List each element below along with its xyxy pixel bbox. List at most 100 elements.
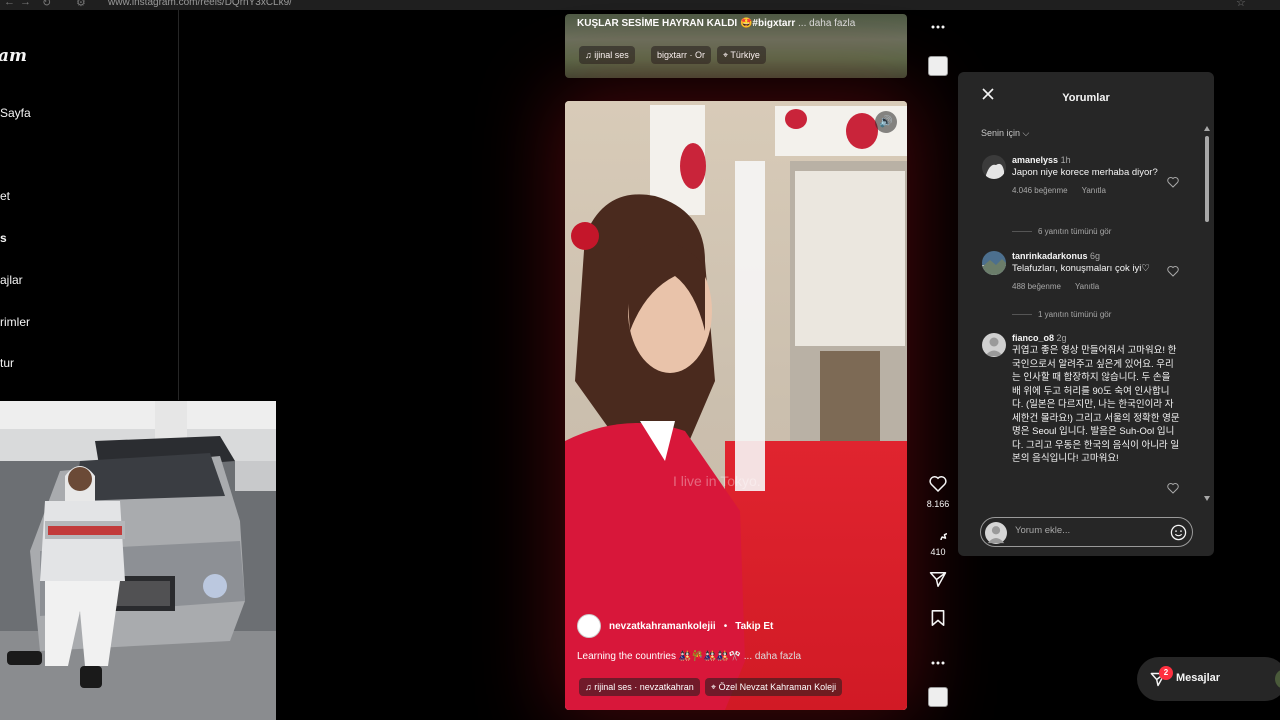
sidebar-item-explore[interactable]: et bbox=[0, 189, 10, 203]
comments-scrollbar[interactable] bbox=[1204, 126, 1210, 504]
chevron-down-icon: ⌵ bbox=[1022, 128, 1030, 138]
like-count: 8.166 bbox=[926, 499, 950, 509]
sidebar-item-home[interactable]: Sayfa bbox=[0, 106, 31, 120]
comment-button[interactable]: 410 bbox=[924, 522, 956, 557]
sidebar-item-create[interactable]: tur bbox=[0, 356, 14, 370]
comment-input[interactable] bbox=[1015, 525, 1165, 536]
reel-audio-chip[interactable]: ♫ rijinal ses · nevzatkahran bbox=[579, 678, 700, 696]
music-note-icon: ♫ bbox=[585, 682, 595, 692]
site-info-icon[interactable]: ⚙ bbox=[76, 0, 86, 9]
previous-reel-location-label: Türkiye bbox=[730, 50, 760, 60]
previous-reel-account-chip[interactable]: bigxtarr · Or bbox=[651, 46, 712, 64]
comment-count: 410 bbox=[930, 547, 946, 557]
comment-avatar[interactable] bbox=[982, 155, 1006, 179]
previous-reel-location-chip[interactable]: ⌖ Türkiye bbox=[717, 46, 766, 64]
messages-label: Mesajlar bbox=[1176, 672, 1221, 684]
reel-location-chip[interactable]: ⌖ Özel Nevzat Kahraman Koleji bbox=[705, 678, 843, 696]
scrollbar-thumb[interactable] bbox=[1205, 136, 1209, 222]
unread-badge: 2 bbox=[1159, 666, 1173, 680]
comment-time: 6g bbox=[1090, 251, 1101, 261]
reel-audio-label: rijinal ses · nevzatkahran bbox=[594, 682, 694, 692]
reel-food-photo bbox=[820, 351, 880, 446]
scroll-up-icon[interactable] bbox=[1204, 126, 1210, 131]
comment-avatar[interactable] bbox=[982, 251, 1006, 275]
comment-text: 귀엽고 좋은 영상 만들어줘서 고마워요! 한국인으로서 알려주고 싶은게 있어… bbox=[1012, 345, 1180, 464]
comment-text: Telafuzları, konuşmaları çok iyi♡ bbox=[1012, 263, 1150, 274]
comment-like-icon[interactable] bbox=[1167, 265, 1179, 277]
comment-sort-dropdown[interactable]: Senin için ⌵ bbox=[981, 128, 1029, 139]
comment-time: 1h bbox=[1060, 155, 1071, 165]
sidebar-item-messages[interactable]: ajlar bbox=[0, 273, 23, 287]
previous-reel-more-icon[interactable] bbox=[924, 16, 952, 34]
comments-panel: Yorumlar Senin için ⌵ amanelyss 1h Japon… bbox=[958, 72, 1214, 556]
browser-bar: ← → ↻ ⚙ www.instagram.com/reels/DQrnY3xC… bbox=[0, 0, 1280, 10]
more-options-button[interactable] bbox=[924, 652, 952, 670]
sidebar-item-notifications[interactable]: rimler bbox=[0, 315, 30, 329]
previous-reel-audio-label: ijinal ses bbox=[594, 50, 629, 60]
comment-text: Japon niye korece merhaba diyor? bbox=[1012, 167, 1158, 178]
previous-reel[interactable]: KUŞLAR SESİME HAYRAN KALDI 🤩#bigxtarr ..… bbox=[565, 14, 907, 78]
view-replies-button[interactable]: 1 yanıtın tümünü gör bbox=[1012, 310, 1111, 319]
reply-button[interactable]: Yanıtla bbox=[1082, 186, 1106, 195]
volume-icon[interactable]: 🔊 bbox=[875, 111, 897, 133]
current-reel[interactable]: I live in Tokyo. 🔊 nevzatkahramankolejii… bbox=[565, 101, 907, 710]
reel-account-row: nevzatkahramankolejii • Takip Et bbox=[577, 614, 773, 638]
bookmark-star-icon[interactable]: ☆ bbox=[1236, 0, 1246, 9]
forward-icon[interactable]: → bbox=[20, 0, 31, 8]
back-icon[interactable]: ← bbox=[4, 0, 15, 8]
instagram-logo[interactable]: am bbox=[0, 46, 27, 66]
sidebar-item-reels[interactable]: s bbox=[0, 231, 7, 245]
previous-reel-more-link[interactable]: ... daha fazla bbox=[798, 18, 855, 29]
reel-watermark-text: I live in Tokyo. bbox=[673, 473, 761, 489]
comment-icon bbox=[940, 533, 956, 549]
messages-avatar bbox=[1275, 669, 1280, 689]
reply-button[interactable]: Yanıtla bbox=[1075, 282, 1099, 291]
reel-caption-text: Learning the countries 🎎🎋🎎🎎🎌 bbox=[577, 651, 741, 662]
save-button[interactable] bbox=[924, 609, 952, 632]
heart-icon bbox=[929, 476, 947, 493]
music-note-icon: ♫ bbox=[585, 50, 595, 60]
previous-reel-audio-thumb[interactable] bbox=[928, 56, 948, 76]
webcam-overlay bbox=[0, 401, 276, 720]
emoji-icon[interactable] bbox=[1170, 524, 1187, 541]
screen: ← → ↻ ⚙ www.instagram.com/reels/DQrnY3xC… bbox=[0, 0, 1280, 720]
location-pin-icon: ⌖ bbox=[711, 682, 719, 692]
reload-icon[interactable]: ↻ bbox=[42, 0, 51, 9]
reel-more-link[interactable]: ... daha fazla bbox=[744, 651, 801, 662]
reel-letter bbox=[795, 171, 905, 346]
like-button[interactable]: 8.166 bbox=[924, 475, 952, 509]
reel-flag-circle-2 bbox=[846, 113, 878, 149]
reel-audio-thumb[interactable] bbox=[928, 687, 948, 707]
address-bar[interactable]: www.instagram.com/reels/DQrnY3xCLk9/ bbox=[108, 0, 292, 8]
comment-username[interactable]: amanelyss bbox=[1012, 155, 1058, 165]
webcam-image bbox=[0, 401, 276, 720]
comment-input-box bbox=[980, 517, 1193, 547]
share-button[interactable] bbox=[924, 571, 952, 593]
reel-account-separator: • bbox=[723, 620, 728, 632]
comment-sort-label: Senin için bbox=[981, 128, 1021, 138]
comment-username[interactable]: fianco_o8 bbox=[1012, 333, 1054, 343]
comment-like-icon[interactable] bbox=[1167, 482, 1179, 494]
comment-avatar[interactable] bbox=[982, 333, 1006, 357]
reel-account-avatar[interactable] bbox=[577, 614, 601, 638]
comment-like-icon[interactable] bbox=[1167, 176, 1179, 188]
bookmark-icon bbox=[931, 610, 945, 626]
more-icon bbox=[931, 661, 945, 665]
previous-reel-caption-text: KUŞLAR SESİME HAYRAN KALDI 🤩#bigxtarr bbox=[577, 18, 796, 29]
share-icon bbox=[929, 572, 947, 587]
reel-caption: Learning the countries 🎎🎋🎎🎎🎌 ... daha fa… bbox=[577, 651, 801, 662]
messages-button[interactable]: 2 Mesajlar bbox=[1137, 657, 1280, 701]
comment-likes[interactable]: 4.046 beğenme bbox=[1012, 186, 1068, 195]
scroll-down-icon[interactable] bbox=[1204, 496, 1210, 501]
comment-username[interactable]: tanrinkadarkonus bbox=[1012, 251, 1088, 261]
previous-reel-caption: KUŞLAR SESİME HAYRAN KALDI 🤩#bigxtarr ..… bbox=[577, 18, 855, 29]
follow-button[interactable]: Takip Et bbox=[735, 621, 773, 632]
reel-account-name[interactable]: nevzatkahramankolejii bbox=[609, 621, 716, 632]
comments-title: Yorumlar bbox=[1062, 92, 1110, 104]
reel-flag-circle-3 bbox=[785, 109, 807, 129]
reel-location-label: Özel Nevzat Kahraman Koleji bbox=[718, 682, 837, 692]
sidebar: am Sayfa et s ajlar rimler tur bbox=[0, 10, 179, 400]
previous-reel-audio-chip[interactable]: ♫ ijinal ses bbox=[579, 46, 635, 64]
comment-likes[interactable]: 488 beğenme bbox=[1012, 282, 1061, 291]
view-replies-button[interactable]: 6 yanıtın tümünü gör bbox=[1012, 227, 1111, 236]
